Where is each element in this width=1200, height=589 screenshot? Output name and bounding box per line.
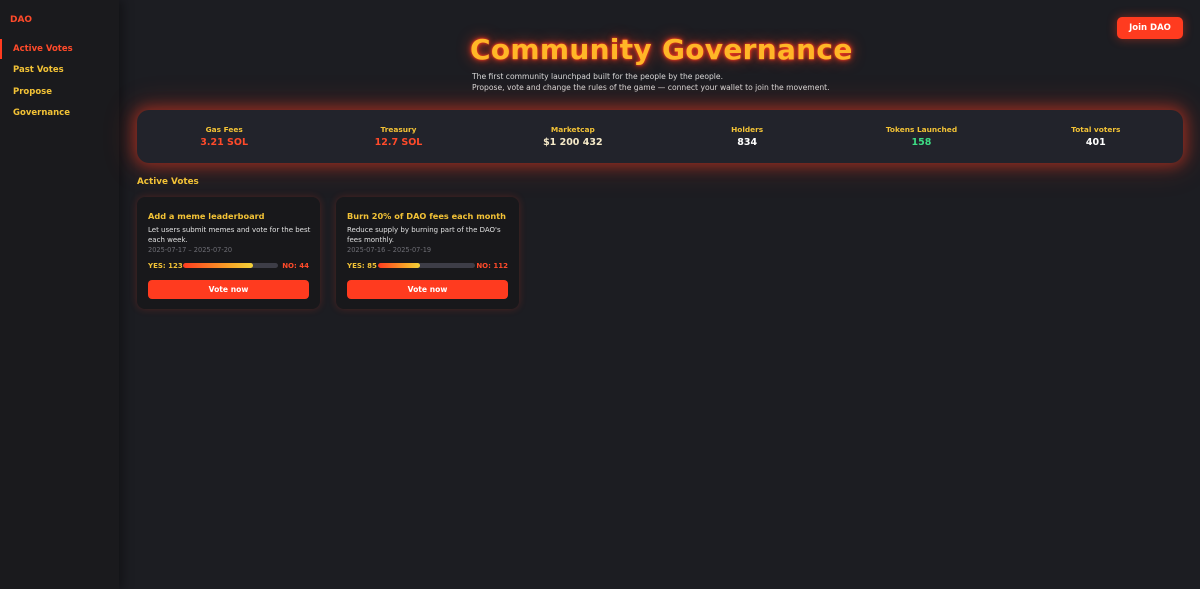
stat-value: 158 (911, 137, 932, 148)
vote-progress-fill (378, 263, 420, 268)
stat-value: 834 (737, 137, 758, 148)
yes-count: YES: 85 (347, 262, 377, 270)
stat-tokens-launched: Tokens Launched 158 (834, 125, 1008, 148)
sidebar-item-label: Governance (13, 108, 70, 119)
sidebar-item-label: Past Votes (13, 65, 64, 76)
stat-value: 12.7 SOL (374, 137, 423, 148)
stat-value: $1 200 432 (543, 137, 603, 148)
active-votes-heading: Active Votes (137, 177, 199, 187)
no-count: NO: 44 (282, 262, 309, 270)
stat-gas-fees: Gas Fees 3.21 SOL (137, 125, 311, 148)
vote-card: Add a meme leaderboard Let users submit … (137, 197, 320, 309)
stat-label: Tokens Launched (885, 125, 958, 134)
app-root: DAO Active Votes Past Votes Propose Gove… (0, 0, 1200, 589)
stat-label: Treasury (380, 125, 417, 134)
brand-logo: DAO (10, 15, 33, 25)
sidebar-item-past-votes[interactable]: Past Votes (0, 60, 119, 82)
vote-progress-bar (183, 263, 278, 268)
stat-total-voters: Total voters 401 (1009, 125, 1183, 148)
vote-card-title: Add a meme leaderboard (148, 211, 265, 221)
vote-card-dates: 2025-07-17 – 2025-07-20 (148, 246, 233, 254)
stat-label: Total voters (1071, 125, 1121, 134)
sidebar-item-propose[interactable]: Propose (0, 81, 119, 103)
stat-value: 3.21 SOL (200, 137, 249, 148)
stat-label: Gas Fees (205, 125, 243, 134)
subtitle-line-2: Propose, vote and change the rules of th… (472, 83, 830, 92)
vote-now-button[interactable]: Vote now (148, 280, 309, 299)
subtitle-line-1: The first community launchpad built for … (472, 72, 723, 81)
stat-marketcap: Marketcap $1 200 432 (486, 125, 660, 148)
stat-label: Marketcap (550, 125, 595, 134)
sidebar-item-label: Propose (13, 86, 53, 97)
vote-card-dates: 2025-07-16 – 2025-07-19 (347, 246, 432, 254)
sidebar-item-governance[interactable]: Governance (0, 103, 119, 125)
vote-progress-bar (378, 263, 475, 268)
page-subtitle: The first community launchpad built for … (472, 71, 830, 93)
vote-progress-fill (183, 263, 254, 268)
sidebar-nav: Active Votes Past Votes Propose Governan… (0, 38, 119, 124)
vote-card-title: Burn 20% of DAO fees each month (347, 211, 506, 221)
vote-card-description: Let users submit memes and vote for the … (148, 226, 311, 244)
stat-treasury: Treasury 12.7 SOL (311, 125, 485, 148)
join-dao-button[interactable]: Join DAO (1117, 17, 1183, 39)
stat-label: Holders (731, 125, 764, 134)
sidebar: DAO Active Votes Past Votes Propose Gove… (0, 0, 119, 589)
vote-card-description: Reduce supply by burning part of the DAO… (347, 226, 501, 244)
no-count: NO: 112 (476, 262, 508, 270)
yes-count: YES: 123 (148, 262, 183, 270)
page-title: Community Governance (470, 33, 853, 66)
sidebar-item-active-votes[interactable]: Active Votes (0, 38, 119, 60)
stats-panel: Gas Fees 3.21 SOL Treasury 12.7 SOL Mark… (137, 110, 1183, 163)
stat-holders: Holders 834 (660, 125, 834, 148)
sidebar-item-label: Active Votes (13, 43, 73, 54)
vote-now-button[interactable]: Vote now (347, 280, 508, 299)
stat-value: 401 (1085, 137, 1106, 148)
vote-card: Burn 20% of DAO fees each month Reduce s… (336, 197, 519, 309)
